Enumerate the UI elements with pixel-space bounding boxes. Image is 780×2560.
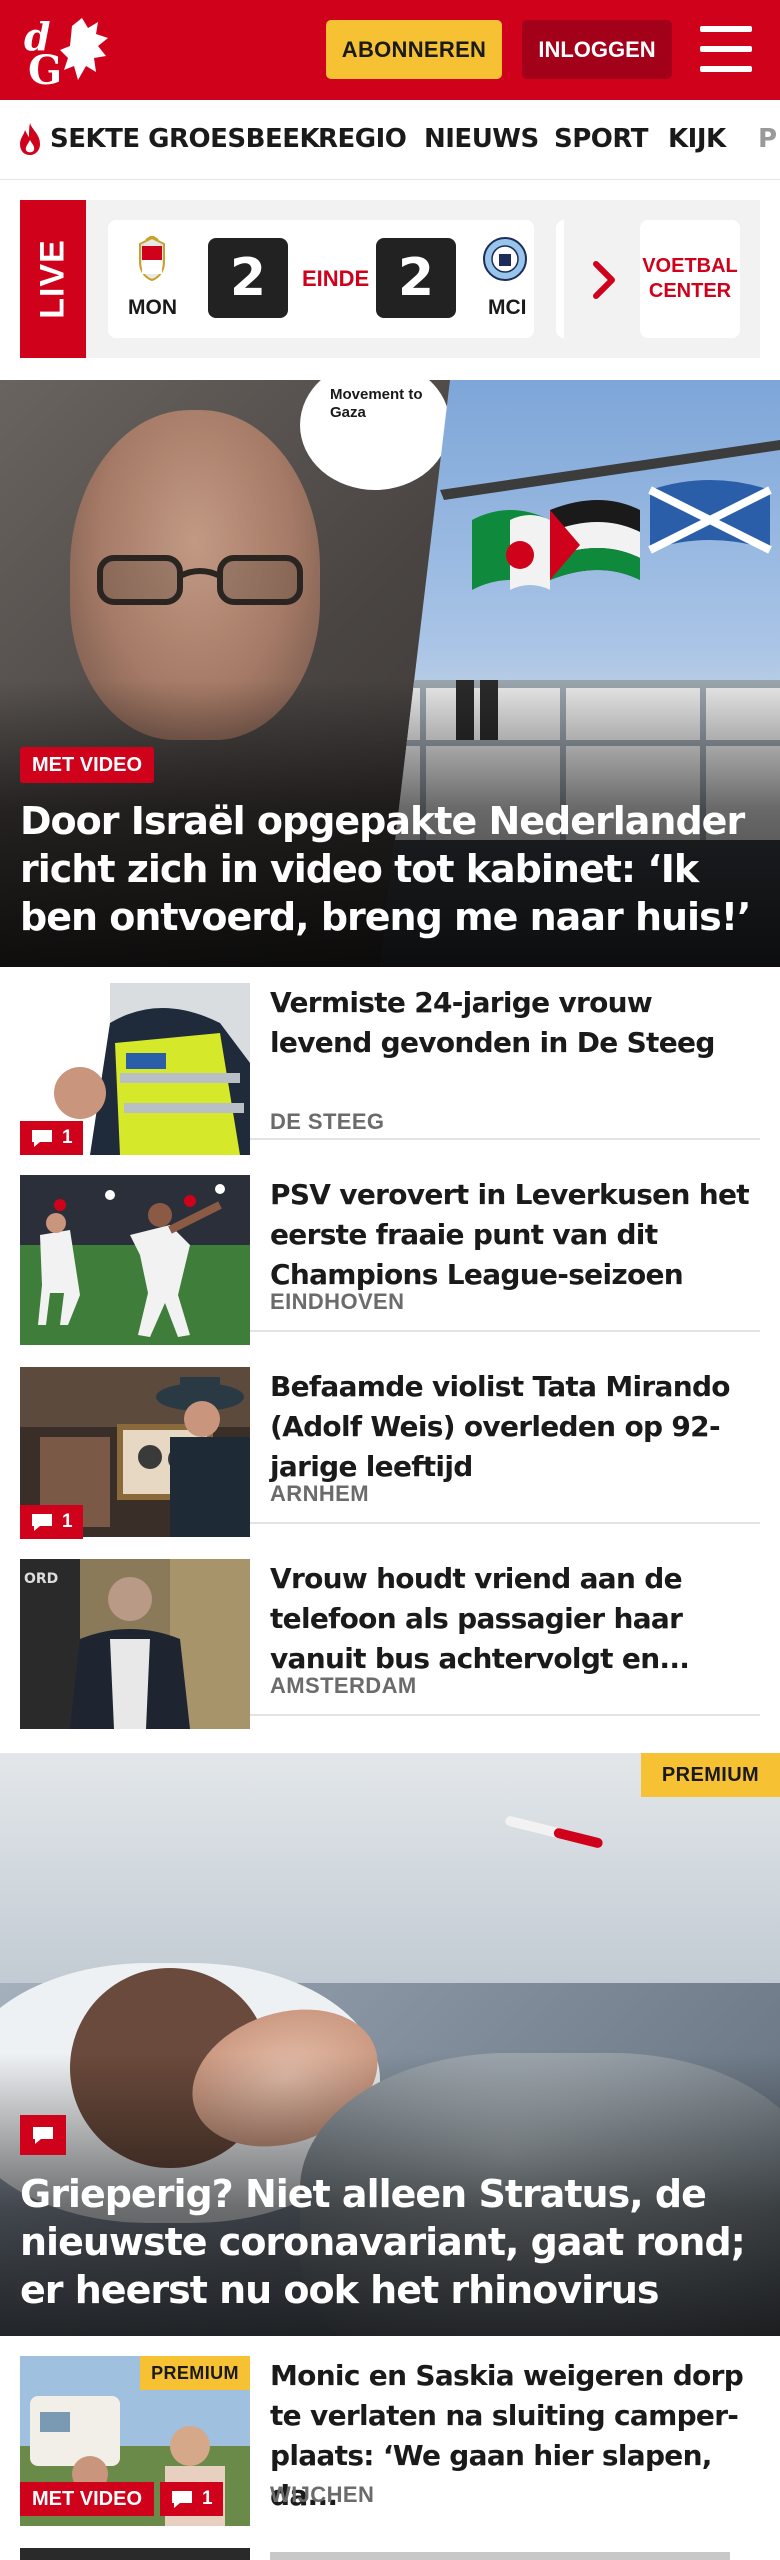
away-score: 2: [376, 238, 456, 318]
nav-item-kijk[interactable]: KIJK: [668, 124, 726, 154]
match-status: EINDE: [302, 266, 370, 291]
chevron-right-icon[interactable]: [586, 258, 622, 302]
manchester-city-crest-icon: [483, 237, 527, 281]
nav-item-overflow[interactable]: P: [758, 124, 777, 154]
hero-video-tag: MET VIDEO: [20, 747, 155, 783]
comment-count: 1: [62, 1127, 73, 1148]
next-article-peek: [20, 2548, 760, 2560]
list-item[interactable]: ORD Vrouw houdt vriend aan de telefoon a…: [20, 1543, 760, 1729]
monaco-crest-icon: [139, 236, 165, 282]
home-score: 2: [208, 238, 288, 318]
subscribe-button[interactable]: ABONNEREN: [326, 20, 502, 79]
article-title[interactable]: Vermiste 24-jarige vrouw levend gevonden…: [270, 983, 760, 1063]
home-team-code: MON: [128, 296, 177, 319]
match-card[interactable]: MON 2 EINDE 2 MCI: [108, 220, 534, 338]
article-location: DE STEEG: [270, 1109, 385, 1134]
article-location: WIJCHEN: [270, 2482, 375, 2507]
thermometer-shape: [505, 1816, 603, 1848]
bus-passenger-image: ORD: [20, 1559, 250, 1729]
away-team-code: MCI: [488, 296, 527, 319]
comment-count: 1: [202, 2488, 213, 2509]
voetbal-center-link[interactable]: VOETBAL CENTER: [640, 220, 740, 338]
comment-count-badge: 1: [20, 1121, 83, 1155]
list-item[interactable]: 1 Befaamde violist Tata Mirando (Adolf W…: [20, 1351, 760, 1539]
comment-bubble-icon: [32, 1130, 52, 1147]
video-tag: MET VIDEO: [20, 2482, 154, 2516]
top-bar: d G ABONNEREN INLOGGEN: [0, 0, 780, 100]
article-location: ARNHEM: [270, 1481, 369, 1506]
live-tab: LIVE: [20, 200, 86, 358]
article-thumbnail: [20, 1175, 250, 1345]
article-thumbnail: ORD: [20, 1559, 250, 1729]
live-score-strip: LIVE MON 2 EINDE 2 MCI VOETBAL CENTER: [20, 200, 760, 358]
site-logo[interactable]: d G: [22, 12, 118, 94]
nav-item-sport[interactable]: SPORT: [554, 124, 648, 154]
nav-item-regio[interactable]: REGIO: [318, 124, 407, 154]
svg-text:ORD: ORD: [24, 1571, 58, 1587]
badge-text: Movement to Gaza: [330, 386, 423, 421]
comment-count-badge: 1: [20, 1505, 83, 1539]
article-title[interactable]: PSV verovert in Leverkusen het eerste fr…: [270, 1175, 760, 1295]
football-celebration-image: [20, 1175, 250, 1345]
list-item[interactable]: PSV verovert in Leverkusen het eerste fr…: [20, 1159, 760, 1345]
comment-count: 1: [62, 1511, 73, 1532]
svg-text:G: G: [28, 47, 62, 88]
comment-bubble-icon: [33, 2127, 53, 2144]
list-item[interactable]: PREMIUM MET VIDEO 1 Monic en Saskia weig…: [20, 2336, 760, 2548]
premium-badge: PREMIUM: [641, 1753, 780, 1797]
flame-icon: [20, 123, 40, 155]
nav-item-sekte-groesbeek[interactable]: SEKTE GROESBEEK: [50, 124, 320, 154]
feature-comment-badge: [20, 2115, 66, 2155]
article-location: EINDHOVEN: [270, 1289, 405, 1314]
comment-bubble-icon: [172, 2491, 192, 2508]
article-location: AMSTERDAM: [270, 1673, 417, 1698]
section-nav: SEKTE GROESBEEK REGIO NIEUWS SPORT KIJK …: [0, 100, 780, 180]
hero-title[interactable]: Door Israël opgepakte Nederlander richt …: [20, 797, 760, 941]
login-button[interactable]: INLOGGEN: [522, 20, 672, 79]
feature-title[interactable]: Grieperig? Niet alleen Stratus, de nieuw…: [20, 2170, 770, 2314]
comment-bubble-icon: [32, 1514, 52, 1531]
article-title[interactable]: Vrouw houdt vriend aan de telefoon als p…: [270, 1559, 760, 1679]
article-title[interactable]: Befaamde violist Tata Mirando (Adolf Wei…: [270, 1367, 760, 1487]
list-item[interactable]: 1 Vermiste 24-jarige vrouw levend gevond…: [20, 967, 760, 1155]
nav-item-nieuws[interactable]: NIEUWS: [424, 124, 539, 154]
glasses-shape: [97, 555, 303, 605]
premium-badge: PREMIUM: [140, 2356, 250, 2390]
comment-count-badge: 1: [160, 2482, 223, 2516]
hamburger-menu-icon[interactable]: [700, 26, 752, 72]
next-match-card-edge[interactable]: [556, 220, 564, 338]
live-label: LIVE: [33, 239, 72, 319]
logo-mark-icon: d G: [24, 14, 108, 94]
